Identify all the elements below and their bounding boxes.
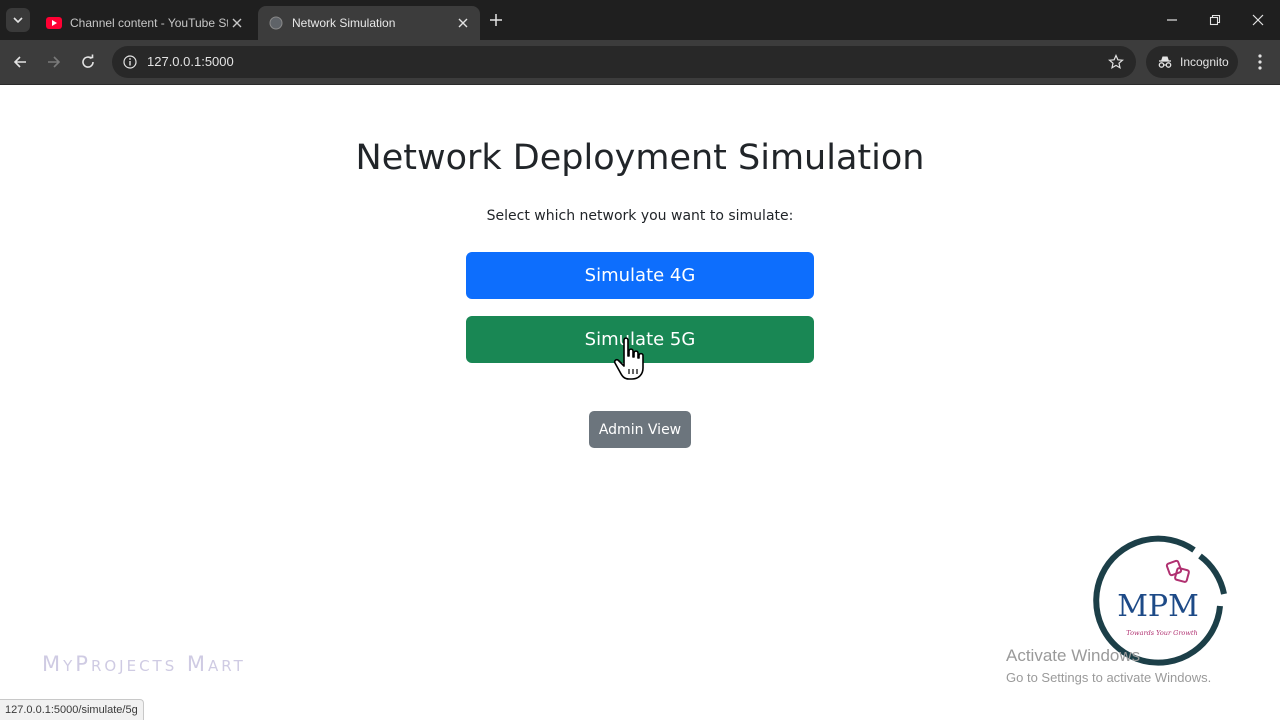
tab-title: Network Simulation — [292, 16, 396, 30]
watermark-text: MyProjects Mart — [42, 652, 246, 676]
arrow-right-icon — [48, 56, 61, 68]
link-status-bar: 127.0.0.1:5000/simulate/5g — [0, 699, 144, 720]
profile-label: Incognito — [1180, 55, 1229, 69]
close-window-button[interactable] — [1246, 8, 1270, 32]
back-button[interactable] — [8, 50, 32, 74]
simulate-4g-button[interactable]: Simulate 4G — [466, 252, 814, 299]
address-bar[interactable]: 127.0.0.1:5000 — [112, 46, 1136, 78]
globe-icon — [268, 15, 284, 31]
tab-title: Channel content - YouTube Stu — [70, 16, 228, 30]
close-icon — [1252, 14, 1264, 26]
page-instruction: Select which network you want to simulat… — [486, 208, 794, 224]
activate-subtitle: Go to Settings to activate Windows. — [1006, 670, 1212, 685]
restore-button[interactable] — [1203, 8, 1227, 32]
plus-icon — [490, 14, 502, 26]
forward-button[interactable] — [42, 50, 66, 74]
browser-menu-button[interactable] — [1248, 50, 1272, 74]
tab-network-simulation[interactable]: Network Simulation — [258, 6, 480, 40]
logo-tagline: Towards Your Growth — [1126, 629, 1197, 637]
activate-windows-notice: Activate Windows Go to Settings to activ… — [1006, 646, 1211, 685]
close-icon[interactable] — [454, 14, 472, 32]
tab-youtube-studio[interactable]: Channel content - YouTube Stu — [36, 6, 254, 40]
tab-search-button[interactable] — [6, 8, 30, 32]
tab-strip: Channel content - YouTube Stu Network Si… — [0, 0, 1280, 40]
admin-view-button[interactable]: Admin View — [589, 411, 691, 448]
reload-icon — [82, 54, 94, 68]
page-content: Network Deployment Simulation Select whi… — [0, 86, 1280, 720]
activate-title: Activate Windows — [1006, 646, 1141, 665]
chevron-down-icon — [13, 17, 23, 24]
minimize-icon — [1167, 19, 1177, 21]
reload-button[interactable] — [76, 50, 100, 74]
restore-icon — [1209, 14, 1221, 26]
incognito-icon — [1156, 53, 1174, 71]
close-icon[interactable] — [228, 14, 246, 32]
youtube-icon — [46, 15, 62, 31]
logo-text: MPM — [1117, 589, 1199, 624]
page-title: Network Deployment Simulation — [355, 138, 925, 178]
bookmark-star-icon[interactable] — [1106, 52, 1126, 72]
new-tab-button[interactable] — [486, 10, 506, 30]
info-icon[interactable] — [120, 52, 140, 72]
minimize-button[interactable] — [1160, 8, 1184, 32]
arrow-left-icon — [13, 56, 26, 68]
hand-cursor-icon — [613, 337, 644, 380]
kebab-menu-icon — [1258, 54, 1262, 70]
browser-toolbar: 127.0.0.1:5000 Incognito — [0, 40, 1280, 85]
incognito-profile-button[interactable]: Incognito — [1146, 46, 1238, 78]
url-text[interactable]: 127.0.0.1:5000 — [147, 54, 234, 69]
